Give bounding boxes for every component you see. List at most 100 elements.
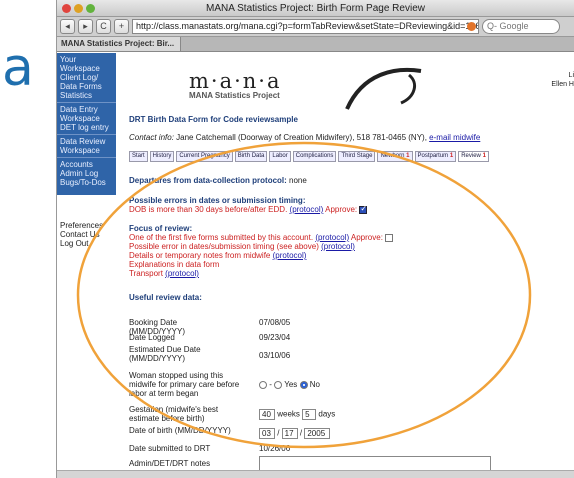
focus-line-2-text: Possible error in dates/submission timin…: [129, 242, 319, 251]
tab-third-stage[interactable]: Third Stage: [338, 151, 376, 162]
sidebar-item-accounts[interactable]: Accounts: [60, 160, 113, 169]
sidebar-item-data-forms[interactable]: Data Forms: [60, 82, 113, 91]
error-text: DOB is more than 30 days before/after ED…: [129, 205, 288, 214]
sidebar-group-admin[interactable]: Accounts Admin Log Bugs/To-Dos: [57, 158, 116, 189]
sidebar-item-data-entry-workspace[interactable]: Workspace: [60, 114, 113, 123]
tab-newborn-flag: 1: [406, 153, 410, 159]
browser-tab[interactable]: MANA Statistics Project: Bir...: [57, 37, 181, 51]
search-input[interactable]: Q- Google: [482, 19, 560, 34]
dob-month-input[interactable]: 03: [259, 428, 275, 439]
submitted-value: 10/26/06: [259, 444, 291, 453]
tab-history[interactable]: History: [149, 151, 175, 162]
window-controls: [62, 4, 95, 13]
tab-labor[interactable]: Labor: [269, 151, 291, 162]
dob-inputs: 03 / 17 / 2005: [259, 428, 331, 439]
back-button[interactable]: ◂: [60, 19, 75, 34]
focus-approve-checkbox[interactable]: [385, 233, 394, 242]
useful-label: Useful review data:: [129, 293, 202, 302]
zoom-button[interactable]: [86, 4, 95, 13]
stopped-label: Woman stopped using this midwife for pri…: [129, 371, 240, 398]
gestation-inputs: 40 weeks 5 days: [259, 409, 335, 420]
sidebar-group-workspace[interactable]: Your Workspace Client Log/ Data Forms St…: [57, 53, 116, 103]
sidebar-item-contact-us[interactable]: Contact Us: [60, 230, 103, 239]
forward-button[interactable]: ▸: [78, 19, 93, 34]
focus-line-3-protocol-link[interactable]: (protocol): [273, 251, 307, 260]
tab-postpartum[interactable]: Postpartum 1: [414, 151, 457, 162]
sidebar-item-log-out[interactable]: Log Out: [60, 239, 103, 248]
focus-line-1-text: One of the first five forms submitted by…: [129, 233, 314, 242]
title-bar: MANA Statistics Project: Birth Form Page…: [57, 0, 574, 17]
stopped-yes-label: Yes: [284, 380, 298, 389]
contact-label: Contact info:: [129, 133, 174, 142]
focus-line-2-protocol-link[interactable]: (protocol): [321, 242, 355, 251]
status-bar: [57, 470, 574, 478]
tab-review[interactable]: Review 1: [458, 151, 489, 162]
tab-newborn[interactable]: Newborn 1: [377, 151, 413, 162]
tab-current-pregnancy-label: Current Pregnancy: [179, 153, 230, 159]
focus-line-5-protocol-link[interactable]: (protocol): [165, 269, 199, 278]
focus-line-5: Transport (protocol): [129, 269, 393, 278]
rss-icon[interactable]: [467, 22, 476, 31]
sidebar-group-data-entry[interactable]: Data Entry Workspace DET log entry: [57, 103, 116, 135]
stopped-radio-no[interactable]: [299, 380, 308, 389]
focus-approve-label: Approve:: [350, 233, 383, 242]
focus-line-3-text: Details or temporary notes from midwife: [129, 251, 271, 260]
gestation-weeks-input[interactable]: 40: [259, 409, 275, 420]
sidebar-item-data-review[interactable]: Data Review: [60, 137, 113, 146]
page-title: DRT Birth Data Form for Code reviewsampl…: [129, 115, 298, 124]
sidebar-item-statistics[interactable]: Statistics: [60, 91, 113, 100]
error-protocol-link[interactable]: (protocol): [290, 205, 324, 214]
departures-label: Departures from data-collection protocol…: [129, 176, 287, 185]
tab-history-label: History: [152, 153, 172, 159]
reload-button[interactable]: C: [96, 19, 111, 34]
add-bookmark-button[interactable]: +: [114, 19, 129, 34]
tab-start-label: Start: [132, 153, 145, 159]
gestation-label: Gestation (midwife's best estimate befor…: [129, 405, 219, 423]
tab-newborn-label: Newborn: [380, 153, 405, 159]
sidebar-item-data-entry[interactable]: Data Entry: [60, 105, 113, 114]
focus-line-2: Possible error in dates/submission timin…: [129, 242, 393, 251]
minimize-button[interactable]: [74, 4, 83, 13]
focus-line-3: Details or temporary notes from midwife …: [129, 251, 393, 260]
stopped-radio-dash[interactable]: [259, 380, 267, 389]
window-title: MANA Statistics Project: Birth Form Page…: [206, 3, 425, 14]
sidebar-item-your-workspace[interactable]: Your Workspace: [60, 55, 113, 73]
sidebar-item-bugs[interactable]: Bugs/To-Dos: [60, 178, 113, 187]
focus-line-4: Explanations in data form: [129, 260, 220, 269]
dob-day-input[interactable]: 17: [281, 428, 298, 439]
browser-window: MANA Statistics Project: Birth Form Page…: [56, 0, 574, 478]
tab-complications-label: Complications: [295, 153, 334, 159]
sidebar-group-data-review[interactable]: Data Review Workspace: [57, 135, 116, 158]
form-tabs: Start History Current Pregnancy Birth Da…: [129, 151, 489, 162]
email-midwife-link[interactable]: e-mail midwife: [429, 133, 480, 142]
sidebar-item-client-log[interactable]: Client Log/: [60, 73, 113, 82]
tab-labor-label: Labor: [272, 153, 288, 159]
sidebar-item-admin-log[interactable]: Admin Log: [60, 169, 113, 178]
user-info: Li Ellen H: [551, 71, 574, 89]
browser-tab-bar: MANA Statistics Project: Bir...: [57, 37, 574, 52]
focus-line-5-text: Transport: [129, 269, 163, 278]
tab-birth-data[interactable]: Birth Data: [234, 151, 268, 162]
notes-label: Admin/DET/DRT notes: [129, 459, 211, 468]
tab-complications[interactable]: Complications: [292, 151, 337, 162]
error-approve-checkbox[interactable]: [359, 204, 368, 214]
stopped-radio-yes[interactable]: [274, 380, 283, 389]
mana-logo: m·a·n·a MANA Statistics Project: [189, 69, 309, 107]
gestation-days-input[interactable]: 5: [302, 409, 317, 420]
sidebar-item-det-log[interactable]: DET log entry: [60, 123, 113, 132]
contact-text: Jane Catchemall (Doorway of Creation Mid…: [176, 133, 427, 142]
close-button[interactable]: [62, 4, 71, 13]
error-approve-label: Approve:: [325, 205, 358, 214]
sidebar: Your Workspace Client Log/ Data Forms St…: [57, 53, 116, 195]
sidebar-item-review-workspace[interactable]: Workspace: [60, 146, 113, 155]
tab-start[interactable]: Start: [129, 151, 148, 162]
dob-year-input[interactable]: 2005: [304, 428, 331, 439]
focus-label: Focus of review:: [129, 224, 193, 233]
dob-label: Date of birth (MM/DD/YYYY): [129, 426, 231, 435]
focus-line-1-protocol-link[interactable]: (protocol): [315, 233, 349, 242]
errors-section: Possible errors in dates or submission t…: [129, 196, 368, 214]
sidebar-item-preferences[interactable]: Preferences: [60, 221, 103, 230]
tab-current-pregnancy[interactable]: Current Pregnancy: [176, 151, 233, 162]
errors-label: Possible errors in dates or submission t…: [129, 196, 306, 205]
address-bar[interactable]: http://class.manastats.org/mana.cgi?p=fo…: [132, 19, 479, 34]
